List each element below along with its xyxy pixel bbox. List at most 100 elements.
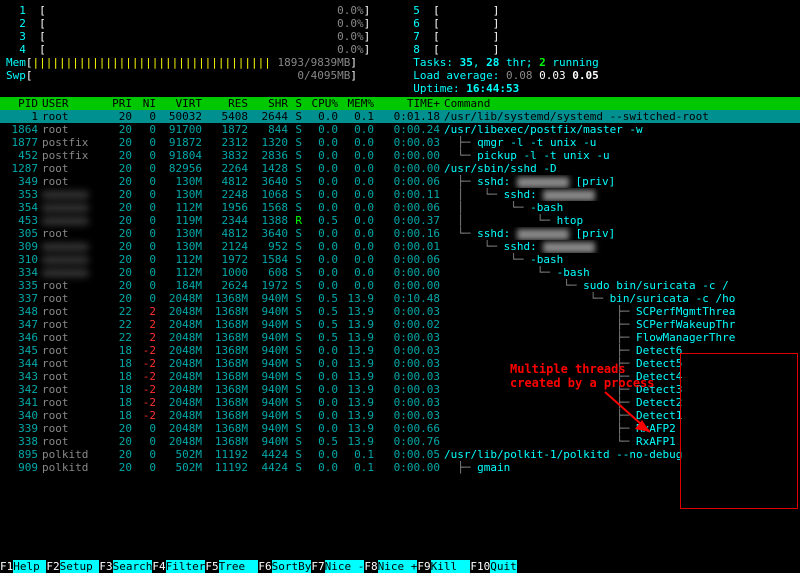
process-row[interactable]: 354xxxxxxx200112M19561568S0.00.00:00.06 … (0, 201, 800, 214)
cell-cpu: 0.0 (302, 162, 338, 175)
cell-virt: 91700 (156, 123, 202, 136)
col-time[interactable]: TIME+ (374, 97, 440, 110)
fkey-label-F6[interactable]: SortBy (272, 560, 312, 573)
fkey-F10[interactable]: F10 (470, 560, 490, 573)
fkey-F8[interactable]: F8 (364, 560, 377, 573)
fkey-F5[interactable]: F5 (205, 560, 218, 573)
col-pri[interactable]: PRI (102, 97, 132, 110)
process-row[interactable]: 347root2222048M1368M940MS0.513.90:00.02 … (0, 318, 800, 331)
col-virt[interactable]: VIRT (156, 97, 202, 110)
cell-shr: 1320 (248, 136, 288, 149)
cell-time: 0:00.16 (374, 227, 440, 240)
process-row[interactable]: 349root200130M48123640S0.00.00:00.06 ├─ … (0, 175, 800, 188)
cell-pid: 453 (2, 214, 38, 227)
cell-s: S (288, 110, 302, 123)
process-row[interactable]: 346root2222048M1368M940MS0.513.90:00.03 … (0, 331, 800, 344)
process-row[interactable]: 309xxxxxxx200130M2124952S0.00.00:00.01 └… (0, 240, 800, 253)
cell-shr: 3640 (248, 227, 288, 240)
col-pid[interactable]: PID (2, 97, 38, 110)
col-res[interactable]: RES (202, 97, 248, 110)
fkey-label-F4[interactable]: Filter (166, 560, 206, 573)
process-row[interactable]: 305root200130M48123640S0.00.00:00.16 └─ … (0, 227, 800, 240)
cell-pri: 18 (102, 370, 132, 383)
process-row-selected[interactable]: 1 root 20 0 50032 5408 2644 S 0.0 0.1 0:… (0, 110, 800, 123)
fkey-F3[interactable]: F3 (99, 560, 112, 573)
cell-user: root (38, 409, 102, 422)
cell-cpu: 0.0 (302, 240, 338, 253)
cell-shr: 940M (248, 331, 288, 344)
col-ni[interactable]: NI (132, 97, 156, 110)
cell-virt: 502M (156, 461, 202, 474)
cell-state: S (288, 383, 302, 396)
fkey-F4[interactable]: F4 (152, 560, 165, 573)
cell-shr: 940M (248, 396, 288, 409)
col-user[interactable]: USER (38, 97, 102, 110)
cpu-meter-3: 3 [ 0.0%] (6, 30, 400, 43)
fkey-label-F5[interactable]: Tree (219, 560, 259, 573)
cell-state: S (288, 461, 302, 474)
cell-res: 1368M (202, 305, 248, 318)
cell-res: 1368M (202, 318, 248, 331)
cell-time: 0:00.03 (374, 305, 440, 318)
cell-pri: 20 (102, 422, 132, 435)
fkey-F9[interactable]: F9 (417, 560, 430, 573)
fkey-label-F3[interactable]: Search (113, 560, 153, 573)
process-row[interactable]: 334xxxxxxx200112M1000608S0.00.00:00.00 └… (0, 266, 800, 279)
fkey-label-F2[interactable]: Setup (60, 560, 100, 573)
cell-user: root (38, 357, 102, 370)
fkey-F7[interactable]: F7 (311, 560, 324, 573)
cell-pri: 20 (102, 292, 132, 305)
cell-user: postfix (38, 149, 102, 162)
cell-ni: 0 (132, 279, 156, 292)
fkey-label-F8[interactable]: Nice + (378, 560, 418, 573)
cell-pri: 18 (102, 383, 132, 396)
cell-mem: 13.9 (338, 396, 374, 409)
col-cpu[interactable]: CPU% (302, 97, 338, 110)
process-row[interactable]: 310xxxxxxx200112M19721584S0.00.00:00.06 … (0, 253, 800, 266)
cell-pri: 20 (102, 461, 132, 474)
col-shr[interactable]: SHR (248, 97, 288, 110)
process-row[interactable]: 353xxxxxxx200130M22481068S0.00.00:00.11 … (0, 188, 800, 201)
cell-virt: 112M (156, 201, 202, 214)
process-row[interactable]: 337root2002048M1368M940MS0.513.90:10.48 … (0, 292, 800, 305)
fkey-F6[interactable]: F6 (258, 560, 271, 573)
col-cmd[interactable]: Command (440, 97, 798, 110)
cell-cpu: 0.0 (302, 266, 338, 279)
cell-ni: -2 (132, 383, 156, 396)
fkey-F1[interactable]: F1 (0, 560, 13, 573)
process-row[interactable]: 1864root200917001872844S0.00.00:00.24/us… (0, 123, 800, 136)
cell-mem: 13.9 (338, 409, 374, 422)
col-mem[interactable]: MEM% (338, 97, 374, 110)
cell-shr: 940M (248, 422, 288, 435)
process-row[interactable]: 452postfix2009180438322836S0.00.00:00.00… (0, 149, 800, 162)
cell-ni: 0 (132, 149, 156, 162)
process-row[interactable]: 1877postfix2009187223121320S0.00.00:00.0… (0, 136, 800, 149)
cell-res: 4812 (202, 227, 248, 240)
cell-mem: 13.9 (338, 331, 374, 344)
fkey-label-F10[interactable]: Quit (490, 560, 517, 573)
process-row[interactable]: 1287root2008295622641428S0.00.00:00.00/u… (0, 162, 800, 175)
cell-virt: 2048M (156, 344, 202, 357)
column-headers[interactable]: PID USER PRI NI VIRT RES SHR S CPU% MEM%… (0, 97, 800, 110)
function-key-bar[interactable]: F1Help F2Setup F3SearchF4FilterF5Tree F6… (0, 560, 800, 573)
cell-pri: 20 (102, 110, 132, 123)
fkey-label-F7[interactable]: Nice - (325, 560, 365, 573)
col-s[interactable]: S (288, 97, 302, 110)
fkey-label-F9[interactable]: Kill (431, 560, 471, 573)
cell-ni: 0 (132, 201, 156, 214)
cell-mem: 13.9 (338, 383, 374, 396)
cell-virt: 82956 (156, 162, 202, 175)
process-row[interactable]: 335root200184M26241972S0.00.00:00.00 └─ … (0, 279, 800, 292)
cell-res: 3832 (202, 149, 248, 162)
cell-time: 0:00.00 (374, 461, 440, 474)
cell-time: 0:00.02 (374, 318, 440, 331)
cell-pri: 18 (102, 357, 132, 370)
fkey-label-F1[interactable]: Help (13, 560, 46, 573)
cell-cpu: 0.0 (302, 227, 338, 240)
cell-ni: 0 (132, 214, 156, 227)
cell-ni: 0 (132, 188, 156, 201)
cell-shr: 1068 (248, 188, 288, 201)
process-row[interactable]: 348root2222048M1368M940MS0.513.90:00.03 … (0, 305, 800, 318)
fkey-F2[interactable]: F2 (46, 560, 59, 573)
process-row[interactable]: 453xxxxxxx200119M23441388R0.50.00:00.37 … (0, 214, 800, 227)
